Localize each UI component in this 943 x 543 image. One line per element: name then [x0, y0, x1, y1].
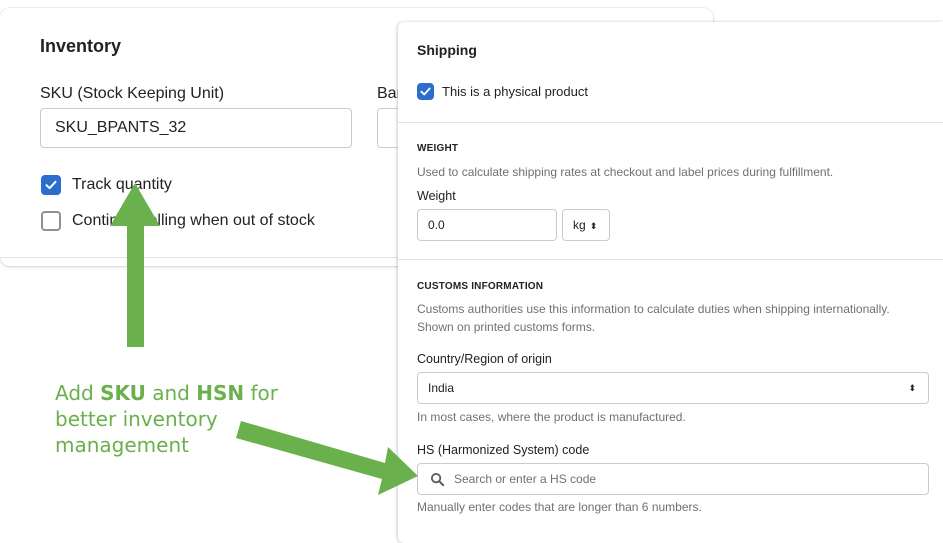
weight-label: Weight	[417, 189, 456, 203]
track-quantity-checkbox[interactable]	[41, 175, 61, 195]
sku-label: SKU (Stock Keeping Unit)	[40, 85, 225, 102]
section-divider	[398, 259, 943, 260]
weight-unit-value: kg	[573, 218, 586, 232]
annotation-hsn: HSN	[196, 381, 245, 405]
shipping-title: Shipping	[417, 42, 477, 58]
track-quantity-label: Track quantity	[72, 176, 172, 193]
shipping-panel: Shipping This is a physical product WEIG…	[398, 22, 943, 543]
physical-product-checkbox[interactable]	[417, 83, 434, 100]
select-arrows-icon: ⬍	[589, 221, 598, 231]
checkmark-icon	[45, 180, 57, 190]
country-select[interactable]: India ⬍	[417, 372, 929, 404]
annotation-sku: SKU	[100, 381, 146, 405]
continue-selling-label: Continue selling when out of stock	[72, 212, 315, 229]
checkmark-icon	[420, 87, 431, 96]
customs-help-line2: Shown on printed customs forms.	[417, 320, 596, 334]
hs-code-input[interactable]: Search or enter a HS code	[417, 463, 929, 495]
search-icon	[430, 472, 445, 487]
physical-product-label: This is a physical product	[442, 84, 588, 99]
annotation-text: Add SKU and HSN for better inventory man…	[55, 380, 278, 458]
country-label: Country/Region of origin	[417, 352, 552, 366]
weight-unit-select[interactable]: kg ⬍	[562, 209, 610, 241]
annotation-line3: management	[55, 433, 189, 457]
customs-help-line1: Customs authorities use this information…	[417, 302, 890, 316]
hs-code-help-text: Manually enter codes that are longer tha…	[417, 500, 702, 514]
weight-help-text: Used to calculate shipping rates at chec…	[417, 165, 834, 179]
country-help-text: In most cases, where the product is manu…	[417, 410, 686, 424]
annotation-line2: better inventory	[55, 407, 218, 431]
annotation-line1: Add SKU and HSN for	[55, 381, 278, 405]
section-divider	[398, 122, 943, 123]
weight-input[interactable]: 0.0	[417, 209, 557, 241]
select-arrows-icon: ⬍	[908, 383, 916, 393]
customs-heading: CUSTOMS INFORMATION	[417, 281, 544, 292]
continue-selling-checkbox[interactable]	[41, 211, 61, 231]
sku-input[interactable]: SKU_BPANTS_32	[40, 108, 352, 148]
hs-code-placeholder: Search or enter a HS code	[454, 472, 597, 486]
hs-code-label: HS (Harmonized System) code	[417, 443, 590, 457]
inventory-title: Inventory	[40, 36, 122, 56]
country-value: India	[428, 381, 455, 395]
weight-heading: WEIGHT	[417, 143, 459, 154]
